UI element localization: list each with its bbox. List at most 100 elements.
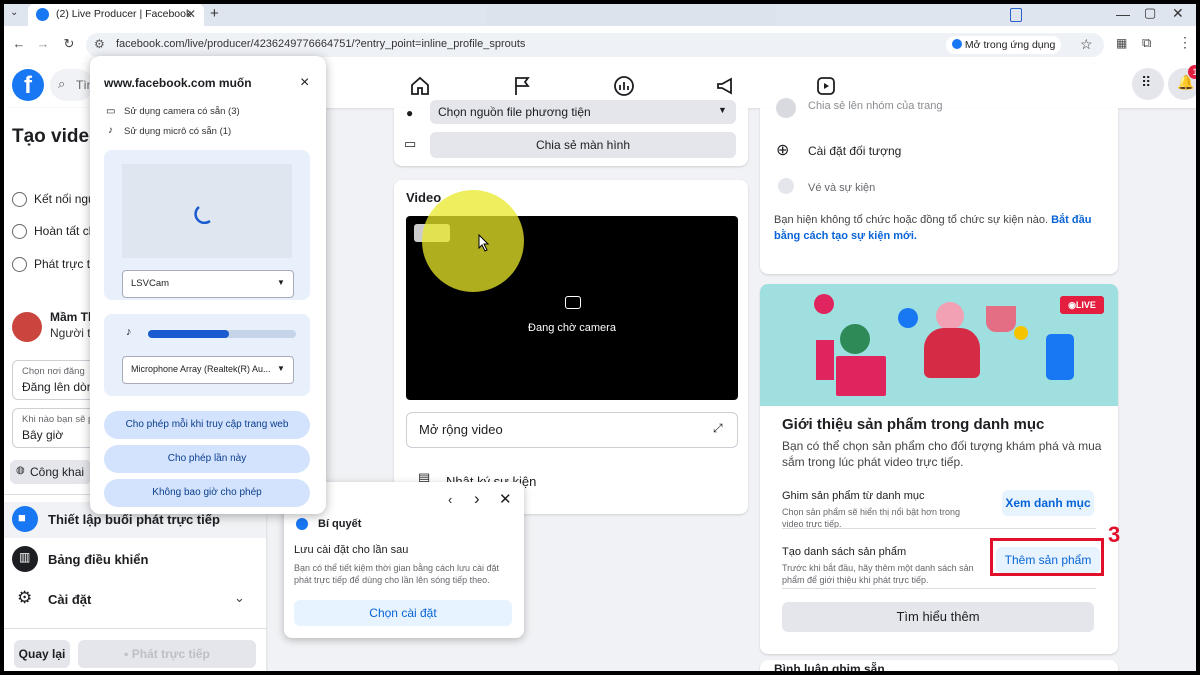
- person-head: [936, 302, 964, 330]
- insights-icon[interactable]: [612, 74, 636, 98]
- address-bar[interactable]: ⚙ facebook.com/live/producer/42362497766…: [86, 33, 1104, 57]
- video-icon[interactable]: [814, 74, 838, 98]
- maximize-icon[interactable]: ▢: [1144, 5, 1156, 21]
- settings-card: Chia sẻ lên nhóm của trang ⊕ Cài đặt đối…: [760, 98, 1118, 274]
- tab-close-icon[interactable]: ✕: [186, 7, 196, 21]
- url-text: facebook.com/live/producer/4236249776664…: [116, 38, 526, 50]
- search-icon: ⌕: [58, 76, 66, 91]
- tickets-events-text: Vé và sự kiện: [808, 182, 876, 194]
- plant-pot: [986, 306, 1016, 332]
- loading-spinner-icon: [194, 206, 211, 224]
- expand-icon: ⤢: [713, 421, 723, 435]
- promo-illustration: ◉LIVE: [760, 284, 1118, 406]
- gift-box-small: [816, 340, 834, 380]
- home-icon[interactable]: [408, 74, 432, 98]
- media-source-select[interactable]: Chọn nguồn file phương tiện ▼: [430, 100, 736, 124]
- flag-icon[interactable]: [510, 74, 534, 98]
- browser-menu-icon[interactable]: ⋮: [1178, 34, 1192, 51]
- gift-box: [836, 356, 886, 396]
- menu-grid-button[interactable]: ⠿: [1132, 68, 1164, 100]
- reload-icon[interactable]: ↻: [60, 35, 78, 53]
- menu-item-label: Bảng điều khiển: [48, 552, 149, 567]
- search-box[interactable]: ⌕ Tìm: [50, 69, 97, 101]
- audience-settings-link[interactable]: Cài đặt đối tượng: [808, 144, 901, 158]
- back-button[interactable]: Quay lại: [14, 640, 70, 668]
- site-info-icon[interactable]: ⚙: [94, 37, 105, 51]
- never-allow-button[interactable]: Không bao giờ cho phép: [104, 479, 310, 507]
- new-tab-button[interactable]: +: [210, 5, 219, 22]
- learn-more-button[interactable]: Tìm hiểu thêm: [782, 602, 1094, 632]
- share-group-text: Chia sẻ lên nhóm của trang: [808, 100, 943, 112]
- step-label: Hoàn tất cl: [34, 224, 92, 238]
- bookmark-star-icon[interactable]: ☆: [1080, 36, 1093, 53]
- step-label: Kết nối ngu: [34, 192, 95, 206]
- schedule-value: Bây giờ: [22, 428, 64, 442]
- forward-arrow-icon[interactable]: →: [34, 35, 52, 53]
- tip-close-icon[interactable]: ✕: [499, 490, 512, 508]
- expand-video-button[interactable]: Mở rộng video ⤢: [406, 412, 738, 448]
- post-destination-label: Chọn nơi đăng: [22, 366, 85, 377]
- qr-icon[interactable]: ▦: [1116, 36, 1127, 50]
- permission-close-icon[interactable]: ×: [300, 74, 309, 92]
- menu-item-dashboard[interactable]: ▥ Bảng điều khiển: [4, 542, 266, 578]
- product-promo-card: ◉LIVE Giới thiệu sản phẩm trong danh mục…: [760, 284, 1118, 654]
- tips-icon: [296, 518, 308, 530]
- post-destination-value: Đăng lên dòn: [22, 380, 94, 394]
- open-in-app-button[interactable]: Mở trong ứng dụng: [946, 36, 1062, 54]
- dropdown-arrow-icon: ▼: [718, 105, 727, 115]
- share-screen-button[interactable]: Chia sẻ màn hình: [430, 132, 736, 158]
- extension-icon[interactable]: [1010, 8, 1022, 22]
- megaphone-icon[interactable]: [714, 74, 738, 98]
- step-radio[interactable]: [12, 192, 27, 207]
- annotation-step-number: 3: [1108, 522, 1121, 547]
- promo-description: Bạn có thể chọn sản phẩm cho đối tượng k…: [782, 439, 1102, 469]
- camera-select-value: LSVCam: [131, 278, 170, 289]
- chevron-down-icon: ⌄: [234, 590, 245, 605]
- profile-name: Mầm Th: [50, 310, 96, 324]
- tip-prev-icon[interactable]: ‹: [448, 492, 452, 507]
- expand-video-label: Mở rộng video: [419, 422, 503, 437]
- view-catalog-button[interactable]: Xem danh mục: [1002, 490, 1094, 516]
- live-camera-icon: ■: [12, 506, 38, 532]
- facebook-favicon-icon: [36, 8, 49, 21]
- notifications-button[interactable]: 🔔 1: [1168, 65, 1196, 100]
- emoji-icon: [1014, 326, 1028, 340]
- facebook-logo-icon[interactable]: f: [12, 69, 44, 101]
- divider: [782, 588, 1096, 589]
- divider: [782, 528, 1096, 529]
- go-live-button[interactable]: ▪ Phát trực tiếp: [78, 640, 256, 668]
- minimize-icon[interactable]: —: [1116, 6, 1130, 22]
- tips-body: Bạn có thể tiết kiệm thời gian bằng cách…: [294, 563, 500, 585]
- tips-title: Bí quyết: [318, 518, 362, 530]
- microphone-icon: ♪: [126, 326, 132, 338]
- video-card-title: Video: [406, 190, 442, 205]
- event-note-text: Bạn hiện không tổ chức hoặc đồng tổ chức…: [774, 214, 1049, 226]
- promo-title: Giới thiệu sản phẩm trong danh mục: [782, 416, 1045, 433]
- privacy-button[interactable]: ◍ Công khai: [10, 460, 92, 484]
- step-radio[interactable]: [12, 224, 27, 239]
- video-camera-icon: ▪: [124, 647, 132, 661]
- microphone-select[interactable]: Microphone Array (Realtek(R) Au... ▼: [122, 356, 294, 384]
- window-close-icon[interactable]: ✕: [1172, 5, 1184, 22]
- camera-select[interactable]: LSVCam ▼: [122, 270, 294, 298]
- screen: ⌄ (2) Live Producer | Facebook ✕ + — ▢ ✕…: [4, 4, 1196, 671]
- step-radio[interactable]: [12, 257, 27, 272]
- extensions-puzzle-icon[interactable]: ⧉: [1142, 35, 1151, 51]
- pin-products-title: Ghim sản phẩm từ danh mục: [782, 490, 925, 502]
- avatar[interactable]: [12, 312, 42, 342]
- live-badge-icon: ◉: [1068, 300, 1076, 310]
- plant-icon: [840, 324, 870, 354]
- tips-heading: Lưu cài đặt cho lần sau: [294, 544, 409, 556]
- annotation-highlight-box: [990, 538, 1104, 576]
- tab-list-chevron-icon[interactable]: ⌄: [10, 7, 18, 18]
- tip-next-icon[interactable]: ›: [474, 489, 480, 509]
- allow-once-button[interactable]: Cho phép lần này: [104, 445, 310, 473]
- allow-always-button[interactable]: Cho phép mỗi khi truy cập trang web: [104, 411, 310, 439]
- back-arrow-icon[interactable]: ←: [10, 35, 28, 53]
- choose-settings-button[interactable]: Chọn cài đặt: [294, 600, 512, 626]
- notification-badge: 1: [1188, 65, 1196, 79]
- browser-tab[interactable]: (2) Live Producer | Facebook ✕: [28, 4, 204, 26]
- browser-tab-bar: ⌄ (2) Live Producer | Facebook ✕ + — ▢ ✕: [4, 4, 1196, 44]
- menu-item-settings[interactable]: ⚙ Cài đặt ⌄: [4, 582, 266, 618]
- group-icon: [776, 98, 796, 118]
